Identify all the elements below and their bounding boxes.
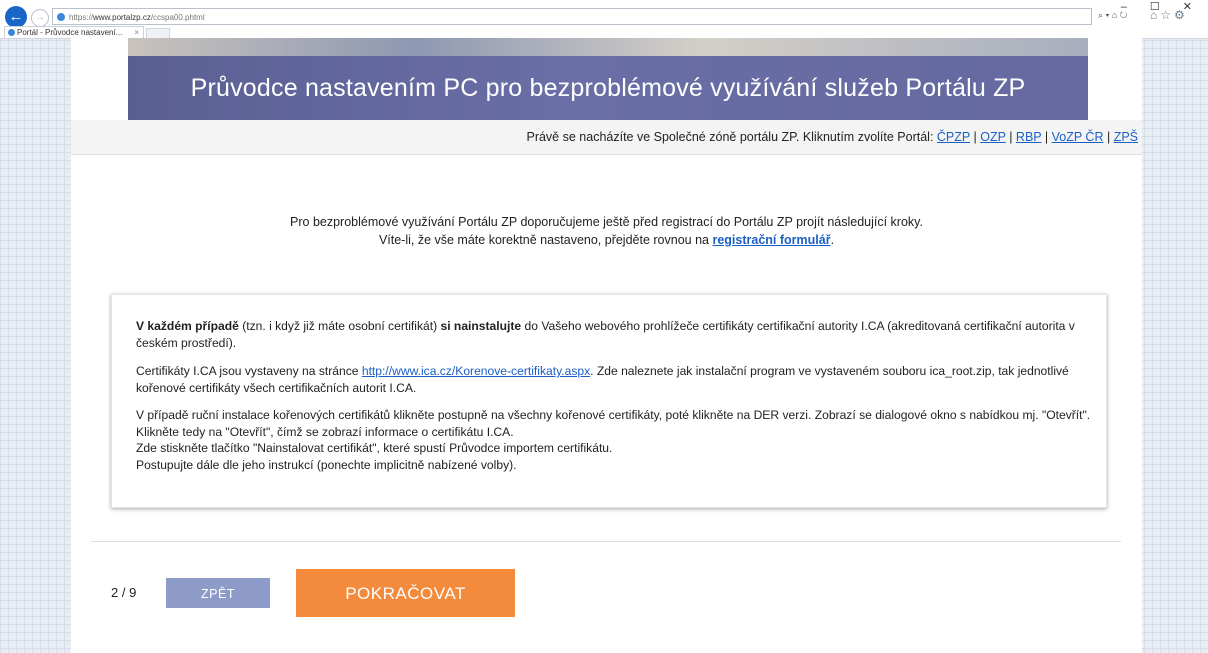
banner-image: [128, 38, 1088, 56]
paragraph-line: V případě ruční instalace kořenových cer…: [136, 408, 1091, 439]
instruction-paragraph-1: V každém případě (tzn. i když již máte o…: [136, 318, 1096, 351]
link-separator: |: [970, 130, 981, 144]
back-button[interactable]: ZPĚT: [166, 578, 270, 608]
url-path: /ccspa00.phtml: [150, 13, 205, 22]
site-icon: [57, 13, 65, 21]
portal-link-rbp[interactable]: RBP: [1016, 130, 1041, 144]
tab-title: Portál - Průvodce nastavení...: [17, 28, 123, 37]
address-bar[interactable]: https://www.portalzp.cz/ccspa00.phtml: [52, 8, 1092, 25]
instruction-paragraph-3: V případě ruční instalace kořenových cer…: [136, 407, 1096, 473]
intro-text: Pro bezproblémové využívání Portálu ZP d…: [71, 213, 1142, 249]
tab-site-icon: [8, 29, 15, 36]
browser-toolbar: ← → https://www.portalzp.cz/ccspa00.phtm…: [0, 0, 1208, 40]
paragraph-text: Certifikáty I.CA jsou vystaveny na strán…: [136, 364, 362, 378]
portal-link-zps[interactable]: ZPŠ: [1114, 130, 1138, 144]
zone-label: Právě se nacházíte ve Společné zóně port…: [526, 130, 937, 144]
instructions-card: V každém případě (tzn. i když již máte o…: [111, 294, 1107, 508]
registration-form-link[interactable]: registrační formulář: [712, 233, 830, 247]
intro-line-2-prefix: Víte-li, že vše máte korektně nastaveno,…: [378, 233, 713, 247]
continue-button[interactable]: POKRAČOVAT: [296, 569, 515, 617]
ica-certificates-link[interactable]: http://www.ica.cz/Korenove-certifikaty.a…: [362, 364, 590, 378]
bold-text: si nainstalujte: [440, 319, 522, 333]
zone-text: Právě se nacházíte ve Společné zóně port…: [526, 130, 1138, 144]
url-host: www.portalzp.cz: [93, 13, 151, 22]
page-content: Průvodce nastavením PC pro bezproblémové…: [71, 38, 1142, 653]
browser-tab[interactable]: Portál - Průvodce nastavení... ×: [4, 26, 144, 38]
step-counter: 2 / 9: [111, 585, 137, 600]
portal-link-cpzp[interactable]: ČPZP: [937, 130, 970, 144]
portal-link-ozp[interactable]: OZP: [980, 130, 1005, 144]
page-title: Průvodce nastavením PC pro bezproblémové…: [190, 74, 1026, 102]
forward-arrow-icon[interactable]: →: [31, 9, 49, 27]
window-controls[interactable]: – ☐ ✕: [1121, 0, 1202, 13]
paragraph-text: (tzn. i když již máte osobní certifikát): [238, 319, 441, 333]
link-separator: |: [1103, 130, 1114, 144]
portal-link-vozp[interactable]: VoZP ČR: [1052, 130, 1104, 144]
instruction-paragraph-2: Certifikáty I.CA jsou vystaveny na strán…: [136, 363, 1096, 396]
intro-line-2-suffix: .: [830, 233, 835, 247]
bold-text: V každém případě: [136, 319, 239, 333]
back-arrow-icon[interactable]: ←: [5, 6, 27, 28]
url-protocol: https://: [69, 13, 94, 22]
link-separator: |: [1041, 130, 1052, 144]
intro-line-2: Víte-li, že vše máte korektně nastaveno,…: [71, 231, 1142, 249]
paragraph-line: Zde stiskněte tlačítko "Nainstalovat cer…: [136, 441, 613, 455]
link-separator: |: [1005, 130, 1016, 144]
divider: [91, 541, 1121, 542]
banner: Průvodce nastavením PC pro bezproblémové…: [128, 56, 1088, 120]
zone-bar: Právě se nacházíte ve Společné zóně port…: [71, 120, 1142, 155]
paragraph-line: Postupujte dále dle jeho instrukcí (pone…: [136, 457, 517, 472]
intro-line-1: Pro bezproblémové využívání Portálu ZP d…: [290, 215, 923, 229]
